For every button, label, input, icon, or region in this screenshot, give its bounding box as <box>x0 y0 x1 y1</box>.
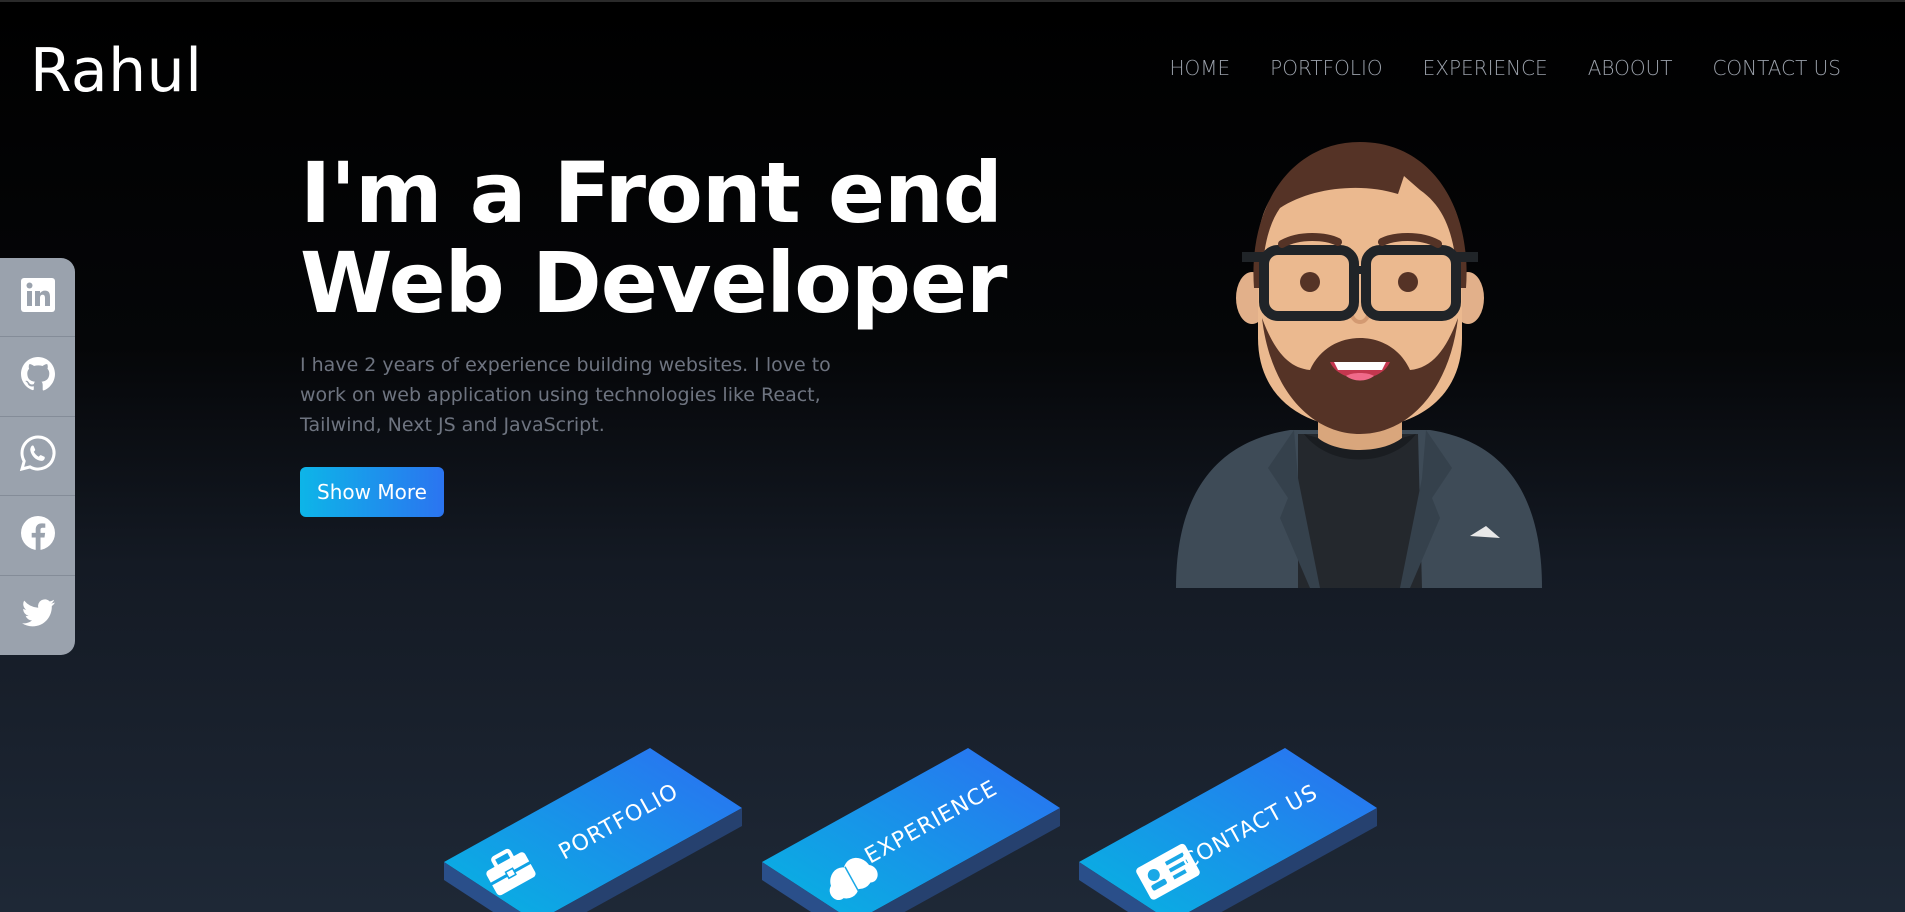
twitter-icon <box>18 593 58 638</box>
avatar-illustration <box>1170 138 1550 588</box>
card-experience[interactable]: EXPERIENCE <box>758 730 1068 912</box>
brand-logo[interactable]: Rahul <box>30 36 202 106</box>
card-contact[interactable]: CONTACT US <box>1075 730 1385 912</box>
facebook-icon <box>18 513 58 558</box>
show-more-button[interactable]: Show More <box>300 467 444 517</box>
hero-title-line2: Web Developer <box>300 234 1007 332</box>
feature-cards: PORTFOLIO EXPERIENCE CONTACT US <box>0 730 1905 912</box>
top-border <box>0 0 1905 2</box>
hero-section: I'm a Front end Web Developer I have 2 y… <box>300 148 1020 440</box>
nav-experience[interactable]: EXPERIENCE <box>1423 56 1548 80</box>
card-portfolio[interactable]: PORTFOLIO <box>440 730 750 912</box>
social-link-twitter[interactable] <box>0 576 75 655</box>
social-link-github[interactable] <box>0 337 75 417</box>
social-link-whatsapp[interactable] <box>0 417 75 497</box>
nav-portfolio[interactable]: PORTFOLIO <box>1270 56 1383 80</box>
social-sidebar <box>0 258 75 655</box>
social-link-linkedin[interactable] <box>0 258 75 338</box>
linkedin-icon <box>18 275 58 320</box>
whatsapp-icon <box>18 433 58 478</box>
nav-home[interactable]: HOME <box>1169 56 1230 80</box>
nav-contact[interactable]: CONTACT US <box>1712 56 1841 80</box>
hero-title: I'm a Front end Web Developer <box>300 148 1020 328</box>
main-nav: HOME PORTFOLIO EXPERIENCE ABOOUT CONTACT… <box>1169 56 1841 80</box>
nav-about[interactable]: ABOOUT <box>1588 56 1673 80</box>
github-icon <box>18 354 58 399</box>
hero-description: I have 2 years of experience building we… <box>300 354 831 436</box>
social-link-facebook[interactable] <box>0 496 75 576</box>
hero-title-line1: I'm a Front end <box>300 144 1003 242</box>
